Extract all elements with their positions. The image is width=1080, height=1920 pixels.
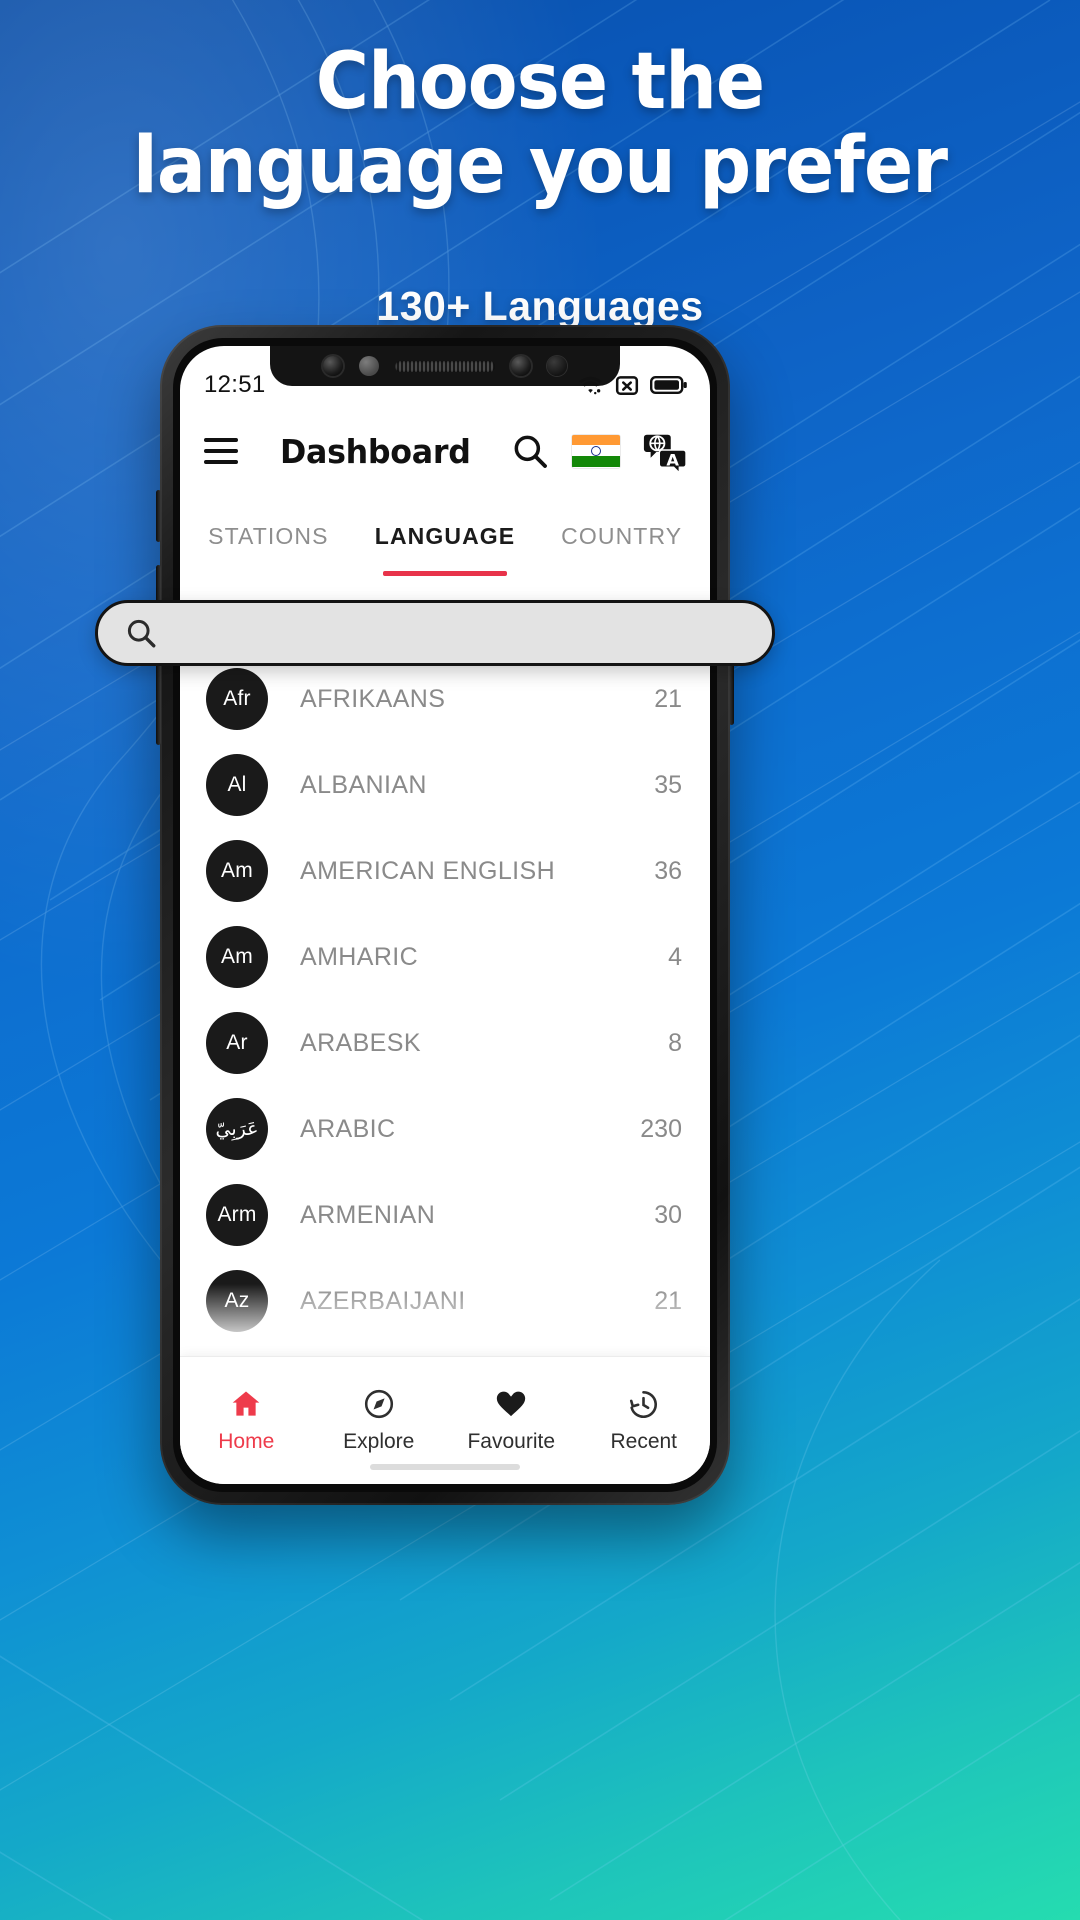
phone-screen: 12:51 Dashboard A STATIONS LANGUAGE COUN… (180, 346, 710, 1484)
nav-item-favourite[interactable]: Favourite (445, 1387, 578, 1454)
nav-label-favourite: Favourite (467, 1430, 556, 1453)
avatar: Am (206, 840, 268, 902)
list-item[interactable]: Az AZERBAIJANI 21 (180, 1258, 710, 1344)
hamburger-menu-icon[interactable] (204, 438, 238, 464)
status-bar: 12:51 (180, 346, 710, 408)
language-list[interactable]: Afr AFRIKAANS 21 Al ALBANIAN 35 Am AMERI… (180, 656, 710, 1346)
list-item[interactable]: Al ALBANIAN 35 (180, 742, 710, 828)
avatar: Ar (206, 1012, 268, 1074)
search-icon[interactable] (510, 431, 550, 471)
station-count: 230 (640, 1114, 682, 1143)
phone-mute-button (156, 490, 161, 542)
promo-headline-line2: language you prefer (132, 121, 948, 211)
station-count: 36 (654, 856, 682, 885)
station-count: 8 (668, 1028, 682, 1057)
promo-headline: Choose the language you prefer (38, 40, 1042, 208)
language-name: ALBANIAN (300, 770, 427, 799)
promo-subtitle: 130+ Languages (376, 283, 704, 329)
avatar: Az (206, 1270, 268, 1332)
app-bar-actions: A (510, 428, 688, 474)
hamburger-bar (204, 460, 238, 464)
list-item[interactable]: Arm ARMENIAN 30 (180, 1172, 710, 1258)
search-icon (127, 619, 156, 648)
language-name: ARABIC (300, 1114, 396, 1143)
history-icon (627, 1387, 660, 1421)
search-input[interactable] (172, 618, 746, 648)
hamburger-bar (204, 449, 238, 453)
home-icon (229, 1387, 263, 1421)
flag-stripe-green (572, 456, 620, 468)
heart-icon (494, 1387, 528, 1421)
avatar: Afr (206, 668, 268, 730)
station-count: 21 (654, 684, 682, 713)
avatar: عَرَبِيّ (206, 1098, 268, 1160)
tab-stations[interactable]: STATIONS (180, 523, 357, 576)
phone-volume-down-button (156, 663, 161, 745)
language-name: AMERICAN ENGLISH (300, 856, 556, 885)
india-flag-icon[interactable] (572, 434, 620, 468)
ashoka-chakra-icon (591, 446, 601, 456)
search-bar[interactable] (95, 600, 775, 666)
language-name: AFRIKAANS (300, 684, 446, 713)
battery-full-icon (650, 376, 687, 395)
station-count: 35 (654, 770, 682, 799)
language-name: AZERBAIJANI (300, 1286, 466, 1315)
avatar: Am (206, 926, 268, 988)
station-count: 21 (654, 1286, 682, 1315)
status-bar-clock: 12:51 (204, 371, 266, 398)
nav-item-explore[interactable]: Explore (313, 1387, 446, 1454)
app-bar: Dashboard A (180, 408, 710, 494)
flag-stripe-saffron (572, 434, 620, 446)
list-item[interactable]: عَرَبِيّ ARABIC 230 (180, 1086, 710, 1172)
wifi-icon (579, 376, 602, 395)
nav-label-explore: Explore (343, 1430, 415, 1453)
nav-item-recent[interactable]: Recent (578, 1387, 711, 1454)
nav-item-home[interactable]: Home (180, 1387, 313, 1454)
station-count: 30 (654, 1200, 682, 1229)
list-item[interactable]: Afr AFRIKAANS 21 (180, 656, 710, 742)
no-sim-icon (615, 376, 639, 395)
nav-label-home: Home (218, 1430, 275, 1453)
compass-icon (363, 1387, 395, 1421)
tab-bar: STATIONS LANGUAGE COUNTRY (180, 494, 710, 578)
tab-country[interactable]: COUNTRY (533, 523, 710, 576)
avatar: Arm (206, 1184, 268, 1246)
hamburger-bar (204, 438, 238, 442)
translate-icon[interactable]: A (642, 428, 688, 474)
svg-text:A: A (666, 450, 679, 469)
tab-language[interactable]: LANGUAGE (357, 523, 534, 576)
language-name: ARMENIAN (300, 1200, 436, 1229)
phone-bezel: 12:51 Dashboard A STATIONS LANGUAGE COUN… (173, 338, 717, 1492)
station-count: 4 (668, 942, 682, 971)
avatar: Al (206, 754, 268, 816)
promo-headline-line1: Choose the (315, 37, 765, 127)
language-name: AMHARIC (300, 942, 419, 971)
language-name: ARABESK (300, 1028, 421, 1057)
list-item[interactable]: Ar ARABESK 8 (180, 1000, 710, 1086)
home-indicator (370, 1464, 520, 1470)
phone-mockup: 12:51 Dashboard A STATIONS LANGUAGE COUN… (156, 325, 734, 1505)
status-bar-icons (577, 358, 688, 396)
page-title: Dashboard (279, 431, 471, 471)
list-item[interactable]: Am AMERICAN ENGLISH 36 (180, 828, 710, 914)
nav-label-recent: Recent (610, 1430, 678, 1453)
list-item[interactable]: Am AMHARIC 4 (180, 914, 710, 1000)
